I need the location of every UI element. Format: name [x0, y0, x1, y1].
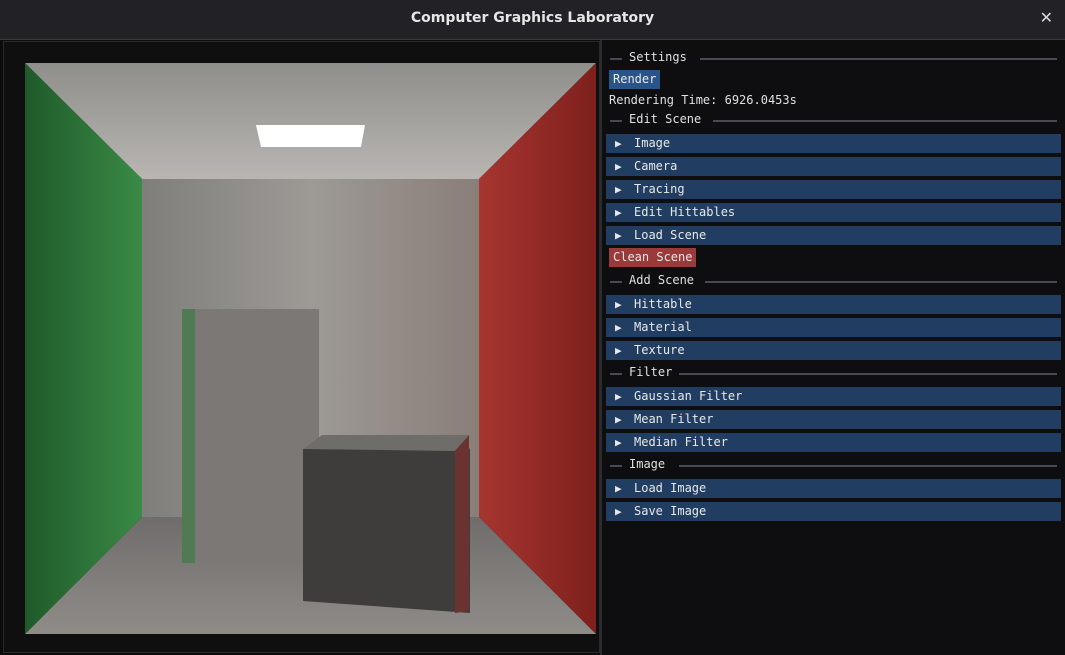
header-load-image[interactable]: ▶ Load Image	[606, 479, 1061, 498]
header-hittable[interactable]: ▶ Hittable	[606, 295, 1061, 314]
clean-scene-button[interactable]: Clean Scene	[609, 248, 697, 267]
settings-panel: Settings Render Rendering Time: 6926.045…	[602, 40, 1065, 655]
section-image-label: Image	[629, 457, 672, 471]
header-median-filter[interactable]: ▶ Median Filter	[606, 433, 1061, 452]
title-bar: Computer Graphics Laboratory ✕	[0, 0, 1065, 40]
rendered-image	[25, 63, 596, 634]
section-filter: Filter	[608, 365, 1057, 380]
section-settings-label: Settings	[629, 50, 693, 64]
expand-arrow-icon: ▶	[615, 321, 622, 334]
window-title: Computer Graphics Laboratory	[410, 10, 655, 26]
section-edit-scene-label: Edit Scene	[629, 112, 708, 126]
header-camera[interactable]: ▶ Camera	[606, 157, 1061, 176]
section-image: Image	[608, 457, 1057, 472]
header-mean-filter[interactable]: ▶ Mean Filter	[606, 410, 1061, 429]
close-icon[interactable]: ✕	[1040, 8, 1053, 27]
expand-arrow-icon: ▶	[615, 344, 622, 357]
section-settings: Settings	[608, 50, 1057, 65]
expand-arrow-icon: ▶	[615, 298, 622, 311]
expand-arrow-icon: ▶	[615, 183, 622, 196]
expand-arrow-icon: ▶	[615, 482, 622, 495]
header-material[interactable]: ▶ Material	[606, 318, 1061, 337]
expand-arrow-icon: ▶	[615, 160, 622, 173]
header-edit-hittables[interactable]: ▶ Edit Hittables	[606, 203, 1061, 222]
section-filter-label: Filter	[629, 365, 679, 379]
header-gaussian-filter[interactable]: ▶ Gaussian Filter	[606, 387, 1061, 406]
rendering-time: Rendering Time: 6926.0453s	[609, 93, 797, 107]
header-tracing[interactable]: ▶ Tracing	[606, 180, 1061, 199]
expand-arrow-icon: ▶	[615, 137, 622, 150]
header-load-scene[interactable]: ▶ Load Scene	[606, 226, 1061, 245]
header-texture[interactable]: ▶ Texture	[606, 341, 1061, 360]
render-button[interactable]: Render	[609, 70, 661, 89]
expand-arrow-icon: ▶	[615, 390, 622, 403]
section-add-scene-label: Add Scene	[629, 273, 701, 287]
header-save-image[interactable]: ▶ Save Image	[606, 502, 1061, 521]
expand-arrow-icon: ▶	[615, 436, 622, 449]
section-edit-scene: Edit Scene	[608, 112, 1057, 127]
section-add-scene: Add Scene	[608, 273, 1057, 288]
expand-arrow-icon: ▶	[615, 505, 622, 518]
expand-arrow-icon: ▶	[615, 206, 622, 219]
render-viewport	[3, 41, 600, 653]
header-image[interactable]: ▶ Image	[606, 134, 1061, 153]
expand-arrow-icon: ▶	[615, 229, 622, 242]
expand-arrow-icon: ▶	[615, 413, 622, 426]
